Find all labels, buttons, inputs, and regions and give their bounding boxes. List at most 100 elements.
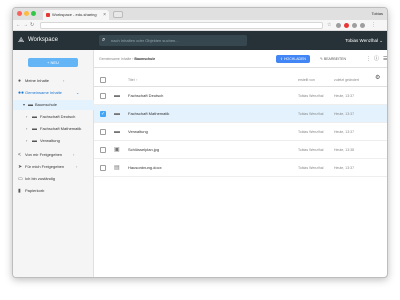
chevron-down-icon[interactable]: ⌄: [76, 88, 79, 98]
chevron-right-icon[interactable]: ›: [26, 136, 27, 146]
breadcrumb-current[interactable]: Baumschule: [134, 57, 155, 61]
table-row[interactable]: ▬ Verwaltung Tobias Wenzlhal Heute, 13:3…: [94, 123, 387, 141]
tab-close-icon[interactable]: ×: [103, 10, 106, 20]
table-header: Titel ↑ erstellt von zuletzt geändert: [94, 74, 387, 87]
folder-icon: ▬: [114, 129, 120, 135]
row-checkbox[interactable]: [100, 129, 106, 135]
extension-icon[interactable]: [344, 23, 349, 28]
row-title[interactable]: Fachschaft Mathematik: [128, 105, 169, 123]
row-title[interactable]: Hausordnung.docx: [128, 159, 162, 177]
back-icon[interactable]: ←: [16, 22, 21, 29]
sidebar-item-label: Fachschaft Mathematik: [40, 126, 82, 131]
search-icon[interactable]: ⌕: [102, 35, 105, 46]
sidebar-item-label: Fachschaft Deutsch: [40, 114, 76, 119]
extension-icon[interactable]: [336, 23, 341, 28]
chevron-right-icon[interactable]: ›: [63, 76, 64, 86]
sidebar-item-label: Ich bin zuständig: [25, 176, 56, 181]
browser-window: Workspace - edu-sharing × Tobias ← → ↻ ☆…: [12, 7, 388, 278]
row-author: Tobias Wenzlhal: [298, 148, 324, 152]
row-checkbox[interactable]: [100, 147, 106, 153]
sidebar-item-label: Baumschule: [35, 102, 58, 107]
folder-icon: ▬: [114, 93, 120, 99]
browser-tab[interactable]: Workspace - edu-sharing ×: [43, 10, 109, 20]
table-row[interactable]: ▬ Fachschaft Deutsch Tobias Wenzlhal Heu…: [94, 87, 387, 105]
chevron-right-icon[interactable]: ›: [26, 124, 27, 134]
chevron-right-icon[interactable]: ›: [26, 112, 27, 122]
sidebar-item-baumschule[interactable]: ▾ ▬ Baumschule: [13, 100, 94, 110]
edu-sharing-logo-icon[interactable]: ⟁: [18, 37, 25, 44]
edit-button[interactable]: ✎ BEARBEITEN: [316, 55, 350, 63]
row-checkbox[interactable]: [100, 93, 106, 99]
sidebar-item-label: Gemeinsame Inhalte: [25, 90, 62, 95]
folder-icon: ▬: [32, 114, 37, 120]
column-title[interactable]: Titel: [128, 74, 134, 87]
close-window-button[interactable]: [17, 11, 22, 16]
breadcrumb: Gemeinsame Inhalte › Baumschule: [99, 57, 156, 61]
new-button[interactable]: + NEU: [28, 58, 78, 67]
sidebar-item-my-files[interactable]: ● Meine Inhalte ›: [13, 76, 94, 86]
view-toggle-icon[interactable]: ☰: [383, 50, 387, 68]
select-all-checkbox[interactable]: [100, 77, 106, 83]
search-box[interactable]: ⌕: [99, 35, 247, 46]
table-row[interactable]: ▣ Schlüsselplan.jpg Tobias Wenzlhal Heut…: [94, 141, 387, 159]
app-brand[interactable]: Workspace: [28, 31, 58, 50]
new-button-label: NEU: [50, 60, 59, 65]
gear-icon[interactable]: ⚙: [375, 74, 380, 81]
sidebar-item-fachschaft-mathematik[interactable]: › ▬ Fachschaft Mathematik: [13, 124, 94, 134]
browser-tab-bar: Workspace - edu-sharing × Tobias: [13, 8, 387, 20]
maximize-window-button[interactable]: [31, 11, 36, 16]
sidebar-item-responsible[interactable]: ▭ Ich bin zuständig: [13, 174, 94, 184]
image-icon: ▣: [114, 147, 120, 153]
row-checkbox[interactable]: ✓: [100, 111, 106, 117]
reload-icon[interactable]: ↻: [30, 22, 34, 29]
sidebar-item-label: Verwaltung: [40, 138, 60, 143]
row-title[interactable]: Fachschaft Deutsch: [128, 87, 163, 105]
extension-icon[interactable]: [360, 23, 365, 28]
sidebar-item-trash[interactable]: ▮ Papierkorb: [13, 186, 94, 196]
more-options-icon[interactable]: ⋮: [366, 50, 371, 68]
upload-button[interactable]: ⇪ HOCHLADEN: [276, 55, 310, 63]
new-tab-button[interactable]: [113, 11, 123, 18]
sidebar-item-verwaltung[interactable]: › ▬ Verwaltung: [13, 136, 94, 146]
column-author[interactable]: erstellt von: [298, 74, 315, 87]
row-modified: Heute, 13:37: [334, 94, 355, 98]
sidebar-item-label: Von mir Freigegeben: [25, 152, 63, 157]
bookmark-star-icon[interactable]: ☆: [327, 22, 331, 29]
browser-menu-icon[interactable]: ⋮: [371, 22, 376, 29]
row-author: Tobias Wenzlhal: [298, 166, 324, 170]
trash-icon: ▮: [18, 188, 21, 194]
browser-profile[interactable]: Tobias: [371, 8, 383, 20]
folder-icon: ▬: [114, 111, 120, 117]
info-icon[interactable]: ⓘ: [374, 50, 379, 68]
sidebar-item-label: Meine Inhalte: [25, 78, 50, 83]
folder-icon: ▬: [28, 102, 33, 108]
sort-up-icon[interactable]: ↑: [136, 74, 138, 87]
edit-button-label: BEARBEITEN: [323, 57, 347, 61]
chevron-down-icon[interactable]: ▾: [23, 100, 25, 110]
row-modified: Heute, 13:37: [334, 130, 355, 134]
minimize-window-button[interactable]: [24, 11, 29, 16]
sidebar-item-shared-by-me[interactable]: < Von mir Freigegeben ›: [13, 150, 94, 160]
chevron-right-icon[interactable]: ›: [76, 162, 77, 172]
sidebar-item-shared-with-me[interactable]: ➤ Für mich Freigegeben ›: [13, 162, 94, 172]
url-field[interactable]: [40, 22, 323, 29]
chevron-right-icon[interactable]: ›: [73, 150, 74, 160]
document-icon: ▤: [114, 165, 120, 171]
user-menu[interactable]: Tobias Wenzlhal ⌄: [345, 31, 383, 50]
table-row[interactable]: ✓ ▬ Fachschaft Mathematik Tobias Wenzlha…: [94, 105, 387, 123]
share-icon: <: [18, 152, 21, 158]
forward-icon[interactable]: →: [23, 22, 28, 29]
row-author: Tobias Wenzlhal: [298, 112, 324, 116]
row-title[interactable]: Verwaltung: [128, 123, 148, 141]
breadcrumb-root[interactable]: Gemeinsame Inhalte: [99, 57, 131, 61]
table-row[interactable]: ▤ Hausordnung.docx Tobias Wenzlhal Heute…: [94, 159, 387, 177]
row-checkbox[interactable]: [100, 165, 106, 171]
row-title[interactable]: Schlüsselplan.jpg: [128, 141, 159, 159]
search-input[interactable]: [111, 35, 241, 46]
sidebar-item-fachschaft-deutsch[interactable]: › ▬ Fachschaft Deutsch: [13, 112, 94, 122]
extension-icon[interactable]: [352, 23, 357, 28]
column-modified[interactable]: zuletzt geändert: [334, 74, 359, 87]
inbox-icon: ▭: [18, 176, 23, 182]
sidebar-item-shared-files[interactable]: ●● Gemeinsame Inhalte ⌄: [13, 88, 94, 98]
sidebar-item-label: Papierkorb: [25, 188, 45, 193]
